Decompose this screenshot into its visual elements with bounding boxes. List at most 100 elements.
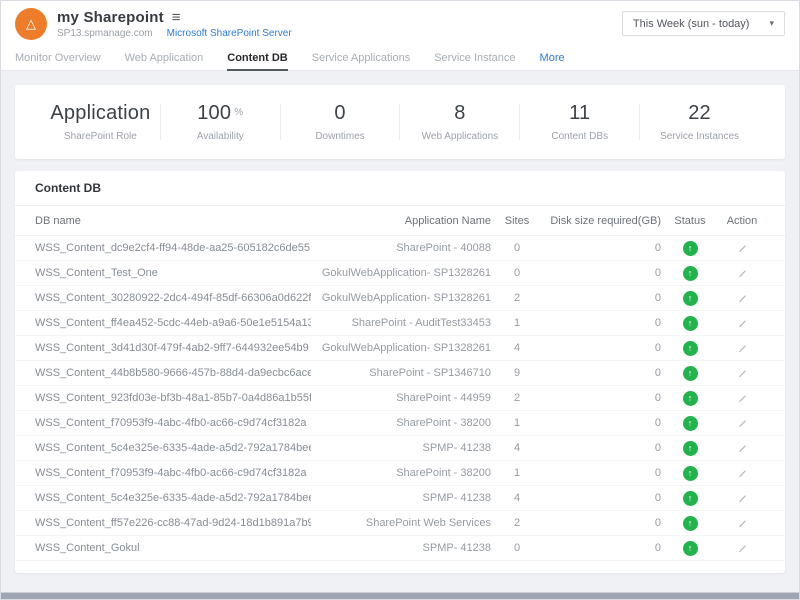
cell-action: [719, 342, 765, 354]
server-type-link[interactable]: Microsoft SharePoint Server: [167, 28, 292, 39]
status-up-icon: ↑: [683, 516, 698, 531]
edit-icon[interactable]: [737, 443, 748, 454]
edit-icon[interactable]: [737, 493, 748, 504]
stat-label: Web Applications: [400, 131, 519, 142]
cell-action: [719, 292, 765, 304]
cell-db-name: WSS_Content_30280922-2dc4-494f-85df-6630…: [35, 292, 311, 304]
time-range-value: This Week (sun - today): [633, 18, 750, 30]
table-row: WSS_Content_5c4e325e-6335-4ade-a5d2-792a…: [15, 436, 785, 461]
monitor-host: SP13.spmanage.com: [57, 28, 153, 39]
cell-disk-size: 0: [543, 242, 661, 254]
cell-disk-size: 0: [543, 542, 661, 554]
edit-icon[interactable]: [737, 368, 748, 379]
cell-db-name: WSS_Content_5c4e325e-6335-4ade-a5d2-792a…: [35, 442, 311, 454]
stat-service-instances: 22 Service Instances: [640, 102, 759, 142]
table-row: WSS_Content_5c4e325e-6335-4ade-a5d2-792a…: [15, 486, 785, 511]
cell-application-name: SPMP- 41238: [311, 542, 491, 554]
page-body: Application SharePoint Role 100% Availab…: [1, 71, 799, 592]
tab-web-application[interactable]: Web Application: [125, 46, 204, 70]
tab-more[interactable]: More: [540, 46, 565, 70]
cell-application-name: SPMP- 41238: [311, 492, 491, 504]
cell-action: [719, 542, 765, 554]
up-arrow-glyph: ↑: [688, 494, 693, 503]
stat-label: Content DBs: [520, 131, 639, 142]
stat-value: 11: [520, 102, 639, 125]
cell-sites: 4: [491, 442, 543, 454]
cell-db-name: WSS_Content_ff57e226-cc88-47ad-9d24-18d1…: [35, 517, 311, 529]
cell-status: ↑: [661, 391, 719, 406]
cell-db-name: WSS_Content_3d41d30f-479f-4ab2-9ff7-6449…: [35, 342, 311, 354]
monitor-title-block: my Sharepoint ≡ SP13.spmanage.com Micros…: [57, 9, 292, 39]
content-db-card: Content DB DB name Application Name Site…: [15, 171, 785, 573]
cell-action: [719, 492, 765, 504]
tab-service-applications[interactable]: Service Applications: [312, 46, 410, 70]
up-arrow-glyph: ↑: [688, 294, 693, 303]
cell-sites: 4: [491, 492, 543, 504]
cell-application-name: SPMP- 41238: [311, 442, 491, 454]
cell-application-name: SharePoint - AuditTest33453: [311, 317, 491, 329]
status-up-icon: ↑: [683, 266, 698, 281]
tab-service-instance[interactable]: Service Instance: [434, 46, 515, 70]
cell-status: ↑: [661, 341, 719, 356]
column-header-status: Status: [661, 215, 719, 227]
edit-icon[interactable]: [737, 468, 748, 479]
cell-application-name: SharePoint - 38200: [311, 417, 491, 429]
status-up-icon: ↑: [683, 341, 698, 356]
table-row: WSS_Content_ff57e226-cc88-47ad-9d24-18d1…: [15, 511, 785, 536]
tab-monitor-overview[interactable]: Monitor Overview: [15, 46, 101, 70]
hamburger-menu-icon[interactable]: ≡: [172, 10, 181, 25]
edit-icon[interactable]: [737, 418, 748, 429]
stat-value: 8: [400, 102, 519, 125]
status-up-icon: ↑: [683, 291, 698, 306]
stat-web-applications: 8 Web Applications: [400, 102, 519, 142]
cell-disk-size: 0: [543, 292, 661, 304]
up-arrow-glyph: ↑: [688, 269, 693, 278]
cell-action: [719, 517, 765, 529]
window-bottom-bar: [1, 592, 799, 599]
cell-sites: 2: [491, 517, 543, 529]
cell-disk-size: 0: [543, 417, 661, 429]
edit-icon[interactable]: [737, 543, 748, 554]
edit-icon[interactable]: [737, 518, 748, 529]
stat-label: Availability: [161, 131, 280, 142]
table-row: WSS_Content_44b8b580-9666-457b-88d4-da9e…: [15, 361, 785, 386]
table-row: WSS_Content_Gokul SPMP- 41238 0 0 ↑: [15, 536, 785, 561]
table-row: WSS_Content_Test_One GokulWebApplication…: [15, 261, 785, 286]
cell-disk-size: 0: [543, 467, 661, 479]
cell-status: ↑: [661, 441, 719, 456]
time-range-dropdown[interactable]: This Week (sun - today) ▾: [622, 11, 785, 36]
edit-icon[interactable]: [737, 393, 748, 404]
edit-icon[interactable]: [737, 293, 748, 304]
cell-status: ↑: [661, 241, 719, 256]
up-arrow-glyph: ↑: [688, 419, 693, 428]
status-up-icon: ↑: [683, 366, 698, 381]
status-up-icon: ↑: [683, 441, 698, 456]
edit-icon[interactable]: [737, 268, 748, 279]
cell-sites: 1: [491, 467, 543, 479]
column-header-db-name: DB name: [35, 215, 311, 227]
stat-sharepoint-role: Application SharePoint Role: [41, 102, 160, 142]
tab-bar: Monitor Overview Web Application Content…: [1, 46, 799, 71]
cell-db-name: WSS_Content_Test_One: [35, 267, 311, 279]
cell-sites: 0: [491, 267, 543, 279]
cell-application-name: GokulWebApplication- SP1328261: [311, 292, 491, 304]
cell-disk-size: 0: [543, 367, 661, 379]
stat-value: 22: [640, 102, 759, 125]
up-arrow-glyph: ↑: [688, 244, 693, 253]
tab-content-db[interactable]: Content DB: [227, 46, 288, 71]
cell-status: ↑: [661, 266, 719, 281]
app-window: △ my Sharepoint ≡ SP13.spmanage.com Micr…: [0, 0, 800, 600]
table-row: WSS_Content_3d41d30f-479f-4ab2-9ff7-6449…: [15, 336, 785, 361]
edit-icon[interactable]: [737, 318, 748, 329]
edit-icon[interactable]: [737, 343, 748, 354]
stat-downtimes: 0 Downtimes: [281, 102, 400, 142]
stat-label: SharePoint Role: [41, 131, 160, 142]
cell-application-name: SharePoint - 44959: [311, 392, 491, 404]
cell-status: ↑: [661, 541, 719, 556]
edit-icon[interactable]: [737, 243, 748, 254]
stat-value: 100%: [161, 102, 280, 125]
column-header-application-name: Application Name: [311, 215, 491, 227]
status-up-icon: ↑: [683, 241, 698, 256]
cell-application-name: SharePoint - 38200: [311, 467, 491, 479]
cell-action: [719, 467, 765, 479]
